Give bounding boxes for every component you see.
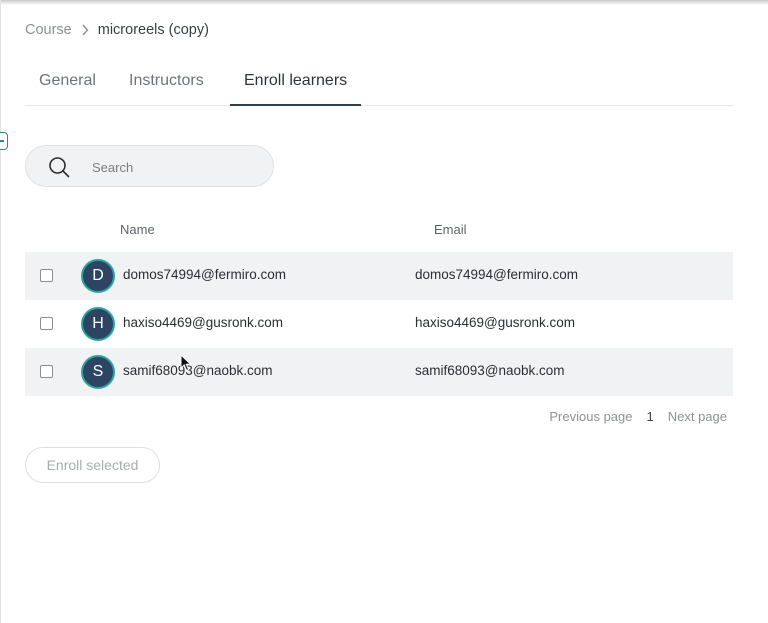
table-row[interactable]: H haxiso4469@gusronk.com haxiso4469@gusr… [25,300,733,348]
avatar: H [81,307,115,341]
search-icon[interactable] [48,156,70,178]
left-border [0,0,1,623]
column-header-name: Name [120,222,155,237]
learner-email: domos74994@fermiro.com [415,267,579,282]
tab-instructors[interactable]: Instructors [115,60,218,104]
row-checkbox[interactable] [40,317,53,330]
breadcrumb-course-link[interactable]: Course [25,22,72,38]
breadcrumb: Course microreels (copy) [25,21,209,39]
avatar: D [81,259,115,293]
breadcrumb-current: microreels (copy) [97,22,209,38]
next-page-button[interactable]: Next page [668,409,727,424]
mouse-cursor-icon [180,354,192,372]
learner-name: domos74994@fermiro.com [123,267,287,282]
pagination: Previous page 1 Next page [549,409,727,424]
collapse-tab-icon[interactable] [0,132,8,150]
row-checkbox[interactable] [40,269,53,282]
chevron-right-icon [74,21,96,39]
enroll-selected-button[interactable]: Enroll selected [25,447,160,483]
learner-email: haxiso4469@gusronk.com [415,315,576,330]
row-checkbox[interactable] [40,365,53,378]
learners-table: D domos74994@fermiro.com domos74994@ferm… [25,252,733,396]
top-shadow [0,0,768,5]
learner-email: samif68093@naobk.com [415,363,565,378]
table-row[interactable]: S samif68093@naobk.com samif68093@naobk.… [25,348,733,396]
avatar: S [81,355,115,389]
search-box [25,145,274,187]
previous-page-button[interactable]: Previous page [549,409,632,424]
tab-general[interactable]: General [25,60,110,104]
learner-name: samif68093@naobk.com [123,363,273,378]
table-row[interactable]: D domos74994@fermiro.com domos74994@ferm… [25,252,733,300]
page-number[interactable]: 1 [647,409,654,424]
tab-enroll-learners[interactable]: Enroll learners [230,60,362,106]
search-input[interactable] [90,155,264,179]
column-header-email: Email [434,222,467,237]
tab-bar: General Instructors Enroll learners [25,60,733,106]
learner-name: haxiso4469@gusronk.com [123,315,284,330]
